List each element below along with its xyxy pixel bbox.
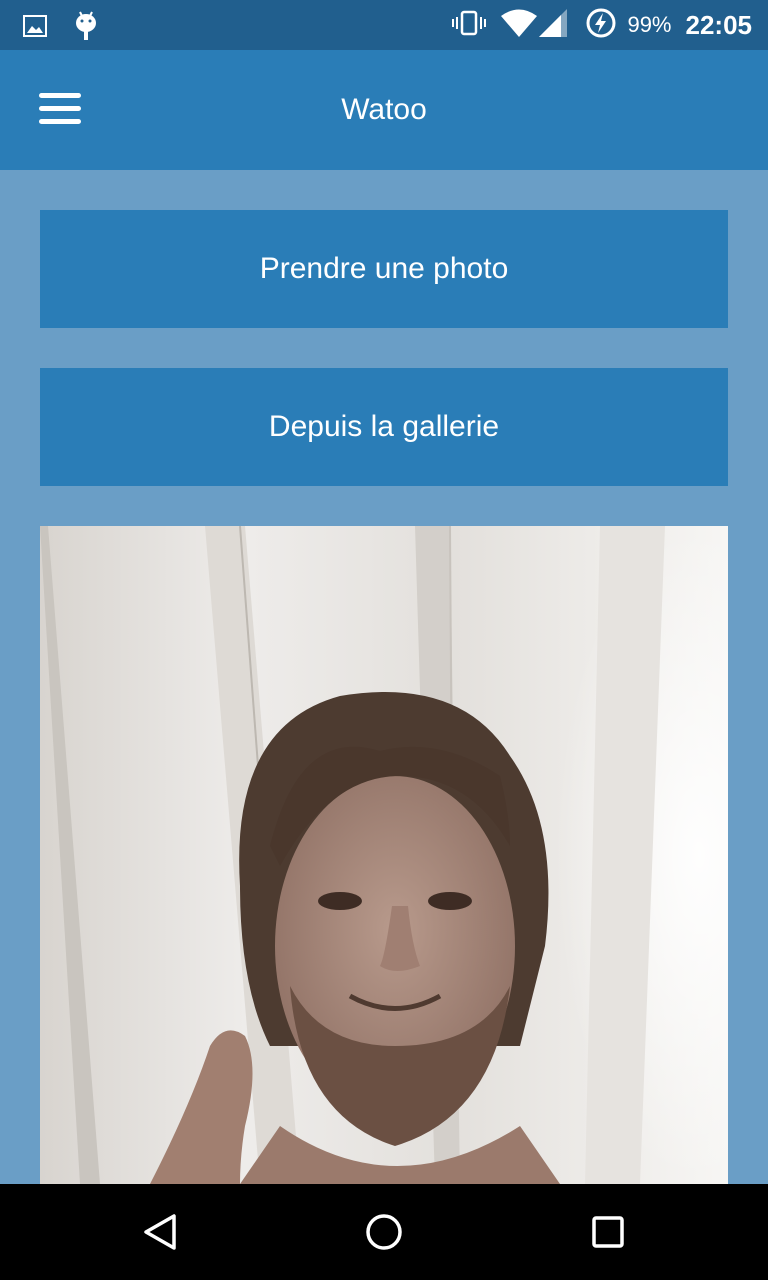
navigation-bar: [0, 1184, 768, 1280]
image-notification-icon: [22, 13, 48, 44]
android-debug-icon: [74, 10, 98, 47]
take-photo-button[interactable]: Prendre une photo: [40, 210, 728, 328]
system-status-icons: 99% 22:05: [451, 0, 752, 50]
recents-icon[interactable]: [584, 1208, 632, 1256]
wifi-icon: [501, 9, 538, 42]
cell-signal-icon: [539, 8, 568, 42]
back-icon[interactable]: [136, 1208, 184, 1256]
gallery-button[interactable]: Depuis la gallerie: [40, 368, 728, 486]
vibrate-icon: [451, 10, 487, 41]
home-icon[interactable]: [360, 1208, 408, 1256]
status-bar: 99% 22:05: [0, 0, 768, 50]
selected-photo: [40, 526, 728, 1184]
app-title: Watoo: [341, 93, 427, 126]
notification-icons: [22, 10, 98, 47]
status-clock: 22:05: [685, 9, 753, 40]
app-bar: Watoo: [0, 50, 768, 170]
battery-charging-icon: [585, 7, 617, 44]
battery-percentage: 99%: [627, 12, 672, 37]
